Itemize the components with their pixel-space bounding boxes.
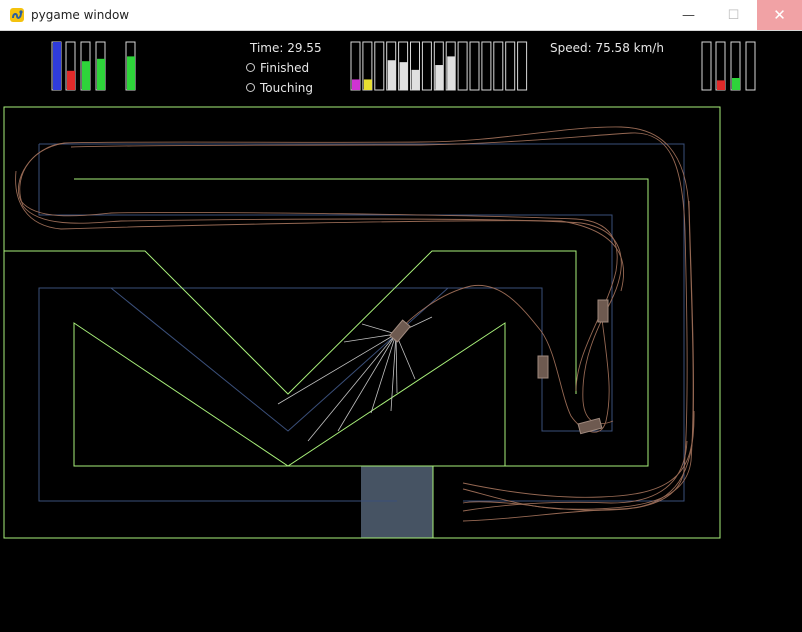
touching-label: Touching <box>260 81 313 95</box>
sensor-fill <box>363 79 372 90</box>
window-titlebar[interactable]: pygame window — ☐ ✕ <box>0 0 802 31</box>
start-zone <box>361 466 433 538</box>
sensor-meter <box>481 41 492 91</box>
output-fill <box>732 78 740 90</box>
touching-indicator-icon <box>246 83 255 92</box>
control-fill <box>82 61 90 90</box>
time-readout: Time: 29.55 <box>250 41 322 55</box>
close-icon: ✕ <box>773 6 786 24</box>
maximize-icon: ☐ <box>727 7 740 23</box>
output-meter <box>701 41 712 91</box>
speed-readout: Speed: 75.58 km/h <box>550 41 664 55</box>
sensor-fill <box>399 62 408 90</box>
car-trails <box>15 126 695 522</box>
cars <box>389 299 609 435</box>
game-scene <box>3 41 756 539</box>
control-fill <box>53 42 61 90</box>
track-centerline <box>38 143 685 502</box>
maximize-button[interactable]: ☐ <box>711 0 756 30</box>
finished-label: Finished <box>260 61 310 75</box>
close-button[interactable]: ✕ <box>757 0 802 30</box>
sensor-meter <box>374 41 385 91</box>
sensor-meter <box>517 41 528 91</box>
minimize-icon: — <box>682 7 695 23</box>
sensor-meter <box>469 41 480 91</box>
car-player <box>389 319 411 343</box>
pygame-snake-icon <box>10 8 24 22</box>
sensor-meter <box>505 41 516 91</box>
sensor-meter <box>457 41 468 91</box>
finished-indicator-icon <box>246 63 255 72</box>
sensor-fill <box>447 56 456 90</box>
game-canvas[interactable]: Time: 29.55 Finished Touching Speed: 75.… <box>1 31 801 631</box>
control-fill <box>67 70 75 90</box>
output-fill <box>717 80 725 90</box>
sensor-fill <box>352 79 360 90</box>
minimize-button[interactable]: — <box>666 0 711 30</box>
sensor-fill <box>435 65 444 90</box>
sensor-fill <box>387 60 396 90</box>
output-meter <box>745 41 756 91</box>
car-opponent <box>597 299 609 323</box>
window-title: pygame window <box>31 8 130 22</box>
control-fill <box>127 56 135 90</box>
sensor-fill <box>411 69 420 90</box>
control-fill <box>97 58 105 90</box>
car-opponent <box>537 355 549 379</box>
sensor-meter <box>493 41 504 91</box>
sensor-meter <box>421 41 432 91</box>
